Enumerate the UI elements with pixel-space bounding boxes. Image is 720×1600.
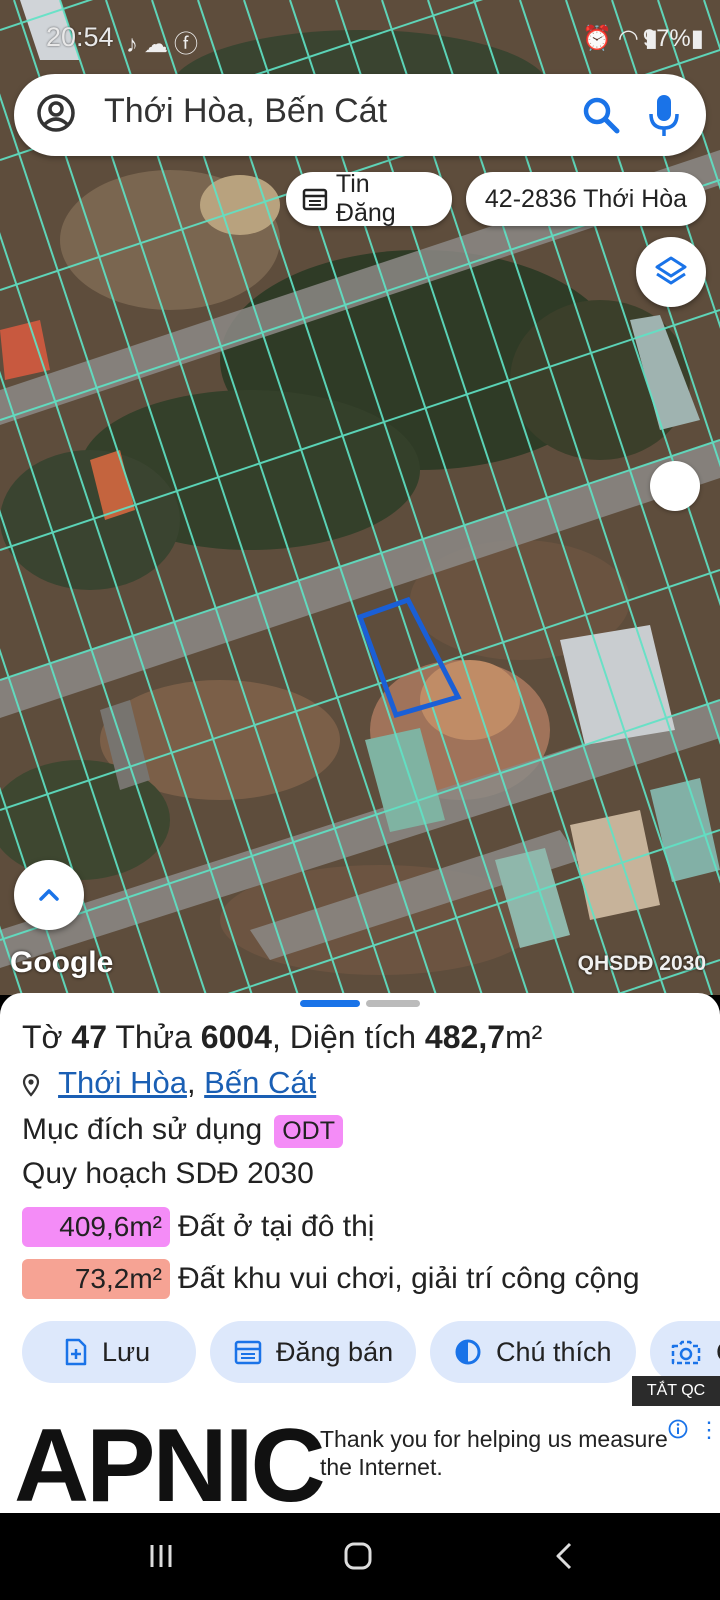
calendar-list-icon — [234, 1340, 262, 1365]
district-link[interactable]: Bến Cát — [204, 1065, 316, 1100]
save-button-label: Lưu — [102, 1336, 151, 1367]
notification-icons: ♪☁ⓕ — [126, 24, 204, 59]
ward-link[interactable]: Thới Hòa — [58, 1065, 187, 1100]
battery-percent: 97% — [642, 25, 691, 52]
location-pin-icon — [22, 1073, 40, 1097]
battery-level: 97%▮ — [642, 25, 704, 52]
wifi-icon: ◠ — [617, 25, 645, 52]
purpose-code-badge: ODT — [274, 1114, 343, 1148]
parcel-title: Tờ 47 Thửa 6004, Diện tích 482,7m² — [22, 1019, 542, 1056]
back-icon[interactable] — [550, 1541, 580, 1571]
facebook-icon: ⓕ — [174, 31, 204, 58]
status-time: 20:54 — [46, 22, 114, 52]
sheet-handle-active[interactable] — [300, 1000, 360, 1007]
plan-row-description: Đất khu vui chơi, giải trí công cộng — [178, 1262, 640, 1295]
sheet-prefix: Tờ — [22, 1019, 63, 1055]
ad-logo[interactable]: APNIC — [14, 1407, 326, 1526]
google-attribution: Google — [10, 946, 114, 979]
system-navigation-bar — [0, 1513, 720, 1600]
ad-more-icon[interactable]: ⋮ — [698, 1417, 720, 1443]
ad-info-icon[interactable] — [668, 1419, 688, 1439]
search-bar[interactable]: Thới Hòa, Bến Cát — [14, 74, 706, 156]
parcel-info-sheet[interactable]: Tờ 47 Thửa 6004, Diện tích 482,7m² Thới … — [0, 993, 720, 1413]
legend-button-label: Chú thích — [496, 1336, 612, 1367]
plan-row-amount: 73,2m² — [22, 1259, 170, 1299]
microphone-icon[interactable] — [646, 92, 682, 138]
legend-button[interactable]: Chú thích — [430, 1321, 636, 1383]
plan-overlay-label: QHSDĐ 2030 — [577, 952, 706, 975]
listing-chip-label: Tin Đăng — [335, 170, 396, 227]
account-icon[interactable] — [36, 93, 76, 133]
tiktok-icon: ♪ — [126, 31, 144, 58]
recent-apps-icon[interactable] — [146, 1541, 176, 1571]
cloud-icon: ☁ — [144, 31, 174, 58]
separator-comma: , — [271, 1019, 281, 1055]
screenshot-button[interactable]: C — [650, 1321, 720, 1383]
parcel-chip[interactable]: 42-2836 Thới Hòa — [466, 172, 706, 226]
layers-button[interactable] — [636, 237, 706, 307]
purpose-label: Mục đích sử dụng — [22, 1113, 263, 1146]
parcel-chip-label: 42-2836 Thới Hòa — [484, 184, 688, 213]
add-document-icon — [65, 1338, 87, 1366]
expand-up-button[interactable] — [14, 860, 84, 930]
plan-row-amount: 409,6m² — [22, 1207, 170, 1247]
plan-heading: Quy hoạch SDĐ 2030 — [22, 1157, 314, 1190]
ad-text[interactable]: Thank you for helping us measure the Int… — [320, 1425, 700, 1481]
calendar-list-icon — [302, 188, 328, 211]
search-icon[interactable] — [580, 94, 622, 136]
screenshot-button-label: C — [716, 1337, 720, 1368]
sheet-handle[interactable] — [366, 1000, 420, 1007]
lot-prefix: Thửa — [115, 1019, 192, 1055]
land-use-purpose: Mục đích sử dụng ODT — [22, 1113, 343, 1148]
save-button[interactable]: Lưu — [22, 1321, 196, 1383]
lot-number: 6004 — [200, 1019, 272, 1055]
area-prefix: Diện tích — [289, 1019, 417, 1055]
parcel-location: Thới Hòa, Bến Cát — [22, 1065, 316, 1101]
area-value: 482,7 — [424, 1019, 505, 1055]
area-unit: m² — [505, 1019, 543, 1055]
ad-banner[interactable]: APNIC Thank you for helping us measure t… — [0, 1408, 720, 1524]
post-sale-button[interactable]: Đăng bán — [210, 1321, 416, 1383]
post-sale-button-label: Đăng bán — [276, 1336, 394, 1367]
map-toggle-button[interactable] — [650, 461, 700, 511]
sheet-number: 47 — [71, 1019, 108, 1055]
home-icon[interactable] — [343, 1541, 373, 1571]
camera-icon — [671, 1340, 701, 1365]
layers-icon — [655, 256, 687, 285]
location-comma: , — [186, 1065, 205, 1100]
contrast-icon — [455, 1339, 481, 1365]
listing-chip[interactable]: Tin Đăng — [286, 170, 452, 227]
hide-ads-button[interactable]: TẮT QC — [632, 1376, 720, 1406]
chevron-up-icon — [39, 889, 59, 901]
plan-row: 73,2m² Đất khu vui chơi, giải trí công c… — [22, 1259, 640, 1299]
status-bar: 20:54 ♪☁ⓕ ⏰◠▮ 97%▮ — [0, 0, 720, 70]
plan-row: 409,6m² Đất ở tại đô thị — [22, 1207, 374, 1247]
alarm-icon: ⏰ — [581, 25, 618, 52]
search-input[interactable]: Thới Hòa, Bến Cát — [104, 92, 387, 131]
plan-row-description: Đất ở tại đô thị — [178, 1210, 375, 1243]
